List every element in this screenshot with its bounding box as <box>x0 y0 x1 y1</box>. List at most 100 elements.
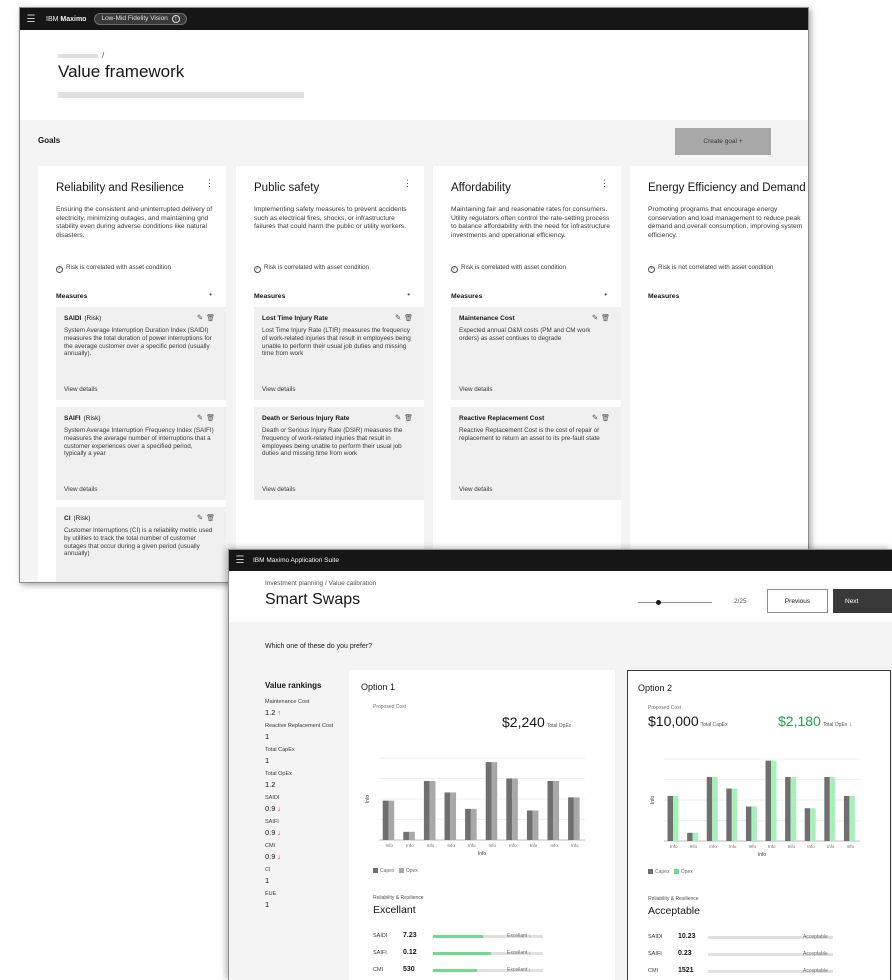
bar-capex <box>765 760 772 841</box>
app-brand[interactable]: IBM Maximo <box>42 16 86 23</box>
measure-card[interactable]: Reactive Replacement Cost ✎🗑 Reactive Repl… <box>451 407 621 500</box>
app-brand-2[interactable]: IBM Maximo Application Suite <box>251 557 339 564</box>
next-button[interactable]: Next <box>833 589 892 613</box>
metric-rating: Excellant ↓ <box>507 950 531 956</box>
option-2-card[interactable]: Option 2 Proposed Cost $10,000 Total CapE… <box>627 670 891 980</box>
ranking-label: CMI <box>265 843 276 849</box>
metric-bar-fill <box>433 935 483 938</box>
edit-icon[interactable]: ✎ <box>592 313 601 322</box>
measures-menu-icon[interactable]: • <box>209 290 212 299</box>
goal-card[interactable]: Public safety ⋮ Implementing safety measur… <box>236 166 424 582</box>
reliability-rating: Excellant <box>373 904 416 916</box>
view-details-link[interactable]: View details <box>459 386 493 393</box>
edit-icon[interactable]: ✎ <box>395 413 404 422</box>
trash-icon[interactable]: 🗑 <box>601 415 613 422</box>
check-circle-icon: ✓ <box>56 266 63 273</box>
bar-opex <box>450 792 457 840</box>
measure-card[interactable]: Death or Serious Injury Rate ✎🗑 Death or S… <box>254 407 424 500</box>
trash-icon[interactable]: 🗑 <box>404 415 416 422</box>
goal-card[interactable]: Energy Efficiency and Demand Promoting pr… <box>630 166 808 582</box>
menu-icon[interactable]: ☰ <box>20 14 42 25</box>
edit-icon[interactable]: ✎ <box>395 313 404 322</box>
bar-opex <box>751 806 757 841</box>
ranking-value: 1.2 <box>265 780 347 789</box>
measures-menu-icon[interactable]: • <box>407 290 410 299</box>
overflow-menu-icon[interactable]: ⋮ <box>403 178 412 189</box>
metric-rating: Acceptable <box>803 934 828 940</box>
value-rankings-heading: Value rankings <box>265 681 322 690</box>
slider-thumb[interactable] <box>656 600 661 605</box>
chart-legend: Capex Opex <box>648 869 693 875</box>
edit-icon[interactable]: ✎ <box>197 513 206 522</box>
edit-icon[interactable]: ✎ <box>197 313 206 322</box>
goal-card[interactable]: Reliability and Resilience ⋮ Ensuring the … <box>38 166 226 582</box>
measure-card[interactable]: CI (Risk) ✎🗑 Customer Interruptions (CI) is… <box>56 507 226 582</box>
bar-capex <box>506 778 513 840</box>
arrow-down-icon: ↓ <box>527 933 532 939</box>
ranking-value: 1 <box>265 900 347 909</box>
bar-opex <box>512 778 518 840</box>
x-tick-label: Info <box>827 844 835 849</box>
view-details-link[interactable]: View details <box>262 486 296 493</box>
measure-actions: ✎🗑 <box>592 413 613 422</box>
previous-button[interactable]: Previous <box>767 589 828 613</box>
measure-title: Maintenance Cost <box>459 315 518 322</box>
edit-icon[interactable]: ✎ <box>197 413 206 422</box>
measure-actions: ✎🗑 <box>395 413 416 422</box>
measure-title: SAIFI (Risk) <box>64 415 101 422</box>
view-details-link[interactable]: View details <box>459 486 493 493</box>
check-circle-icon: ✓ <box>451 266 458 273</box>
check-circle-icon: ✓ <box>254 266 261 273</box>
value-framework-window: ☰ IBM Maximo Low-Mid Fidelity Vision i / … <box>19 7 809 583</box>
ranking-number: 1 <box>265 756 270 765</box>
breadcrumb-2[interactable]: Investment planning / Value calibration <box>265 580 376 587</box>
bar-capex <box>726 788 732 841</box>
measure-description: Expected annual O&M costs (PM and CM wor… <box>459 327 591 342</box>
bar-capex <box>547 780 554 840</box>
bar-capex <box>465 808 471 840</box>
bar-opex <box>573 797 580 840</box>
overflow-menu-icon[interactable]: ⋮ <box>600 178 609 189</box>
create-goal-button[interactable]: Create goal + <box>675 128 771 155</box>
measure-card[interactable]: Lost Time Injury Rate ✎🗑 Lost Time Injury … <box>254 307 424 400</box>
measure-title: Lost Time Injury Rate <box>262 315 331 322</box>
metric-row: SAIFI 0.12 Excellant ↓ <box>373 949 593 959</box>
ranking-label: CI <box>265 867 271 873</box>
ranking-item: CI 1 <box>265 867 347 885</box>
legend-opex: Opex <box>680 869 693 875</box>
progress-slider[interactable] <box>638 600 712 605</box>
measures-menu-icon[interactable]: • <box>604 290 607 299</box>
breadcrumb-placeholder[interactable] <box>58 53 98 58</box>
view-details-link[interactable]: View details <box>64 486 98 493</box>
measure-card[interactable]: SAIDI (Risk) ✎🗑 System Average Interruption… <box>56 307 226 400</box>
arrow-down-icon: ↓ <box>527 967 532 973</box>
metric-row: CMI 530 Excellant ↓ <box>373 966 593 976</box>
goal-card[interactable]: Affordability ⋮ Maintaining fair and reaso… <box>433 166 621 582</box>
x-tick-label: Info <box>447 843 455 848</box>
trash-icon[interactable]: 🗑 <box>206 315 218 322</box>
view-details-link[interactable]: View details <box>64 386 98 393</box>
legend-opex: Opex <box>405 868 418 874</box>
measure-card[interactable]: Maintenance Cost ✎🗑 Expected annual O&M co… <box>451 307 621 400</box>
arrow-down-icon: ↓ <box>275 830 281 837</box>
menu-icon[interactable]: ☰ <box>229 555 251 566</box>
trash-icon[interactable]: 🗑 <box>206 415 218 422</box>
measure-suffix: (Risk) <box>84 315 102 322</box>
bar-capex <box>382 800 389 840</box>
measure-name: Lost Time Injury Rate <box>262 315 328 322</box>
trash-icon[interactable]: 🗑 <box>601 315 613 322</box>
metric-name: SAIFI <box>373 950 387 956</box>
x-tick-label: Info <box>670 844 678 849</box>
edit-icon[interactable]: ✎ <box>592 413 601 422</box>
trash-icon[interactable]: 🗑 <box>206 515 218 522</box>
trash-icon[interactable]: 🗑 <box>404 315 416 322</box>
option-1-card[interactable]: Option 1 Proposed Cost $2,240 Total OpEx … <box>349 670 615 980</box>
overflow-menu-icon[interactable]: ⋮ <box>205 178 214 189</box>
bar-opex <box>491 762 498 840</box>
view-details-link[interactable]: View details <box>262 386 296 393</box>
bar-opex <box>810 808 816 841</box>
bar-capex <box>843 795 850 841</box>
info-icon[interactable]: i <box>171 15 180 23</box>
measure-card[interactable]: SAIFI (Risk) ✎🗑 System Average Interruption… <box>56 407 226 500</box>
bar-opex <box>470 808 477 840</box>
